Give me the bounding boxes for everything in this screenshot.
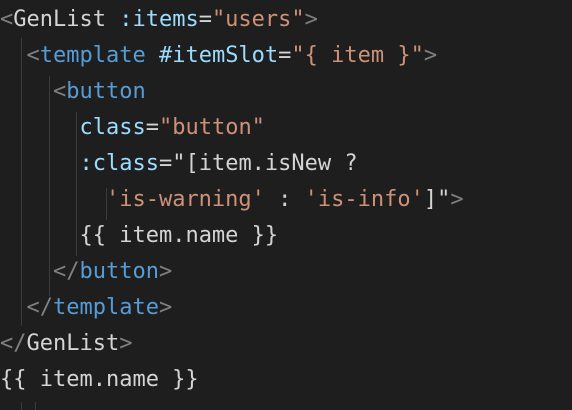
code-token: :items (105, 7, 199, 32)
code-token: 'is-warning' (105, 187, 265, 212)
code-token: "{ item }" (291, 43, 424, 68)
indent-guide (35, 402, 36, 410)
code-token: template (53, 295, 159, 320)
code-token: </ (0, 331, 27, 356)
code-line[interactable]: {{ item.name }} (0, 218, 278, 254)
code-token: ="[item.isNew ? (158, 151, 358, 176)
code-line[interactable]: </button> (0, 254, 172, 290)
code-line[interactable]: :class="[item.isNew ? (0, 146, 358, 182)
code-editor[interactable]: <GenList :items="users"> <template #item… (0, 0, 572, 410)
code-token: > (450, 187, 464, 212)
code-token: < (0, 7, 14, 32)
code-line[interactable]: <GenList :items="users"> (0, 2, 318, 38)
code-token: "button" (158, 115, 265, 140)
indent-guide (21, 402, 22, 410)
code-token: {{ item.name }} (0, 367, 199, 392)
code-token: > (119, 331, 133, 356)
code-token: = (198, 7, 212, 32)
code-line[interactable]: <template #itemSlot="{ item }"> (0, 38, 438, 74)
code-token: :class (79, 151, 159, 176)
code-line[interactable]: 'is-warning' : 'is-info']"> (0, 182, 464, 218)
code-token: : (264, 187, 305, 212)
code-line[interactable]: class="button" (0, 110, 265, 146)
code-token: > (158, 259, 173, 284)
code-token: "users" (211, 7, 305, 32)
code-token: class (79, 115, 146, 140)
code-token: > (158, 295, 173, 320)
code-token: = (278, 43, 292, 68)
code-token: template (39, 43, 146, 68)
code-token: 'is-info' (304, 187, 424, 212)
code-line[interactable]: </template> (0, 290, 173, 326)
code-token: </ (26, 295, 54, 320)
code-token: #itemSlot (145, 43, 279, 68)
code-line[interactable]: <button (0, 74, 146, 110)
code-token: < (52, 79, 67, 104)
code-token: = (145, 115, 159, 140)
code-token: GenList (13, 7, 106, 32)
code-token: > (304, 7, 318, 32)
code-token: button (66, 79, 146, 104)
code-token: GenList (26, 331, 120, 356)
code-token: ]" (423, 187, 451, 212)
code-token: </ (52, 259, 80, 284)
code-line[interactable]: {{ item.name }} (0, 362, 199, 398)
code-line[interactable]: </GenList> (0, 326, 132, 362)
code-token: {{ item.name }} (79, 223, 279, 248)
code-token: < (26, 43, 40, 68)
code-token: button (79, 259, 159, 284)
code-token: > (423, 43, 438, 68)
